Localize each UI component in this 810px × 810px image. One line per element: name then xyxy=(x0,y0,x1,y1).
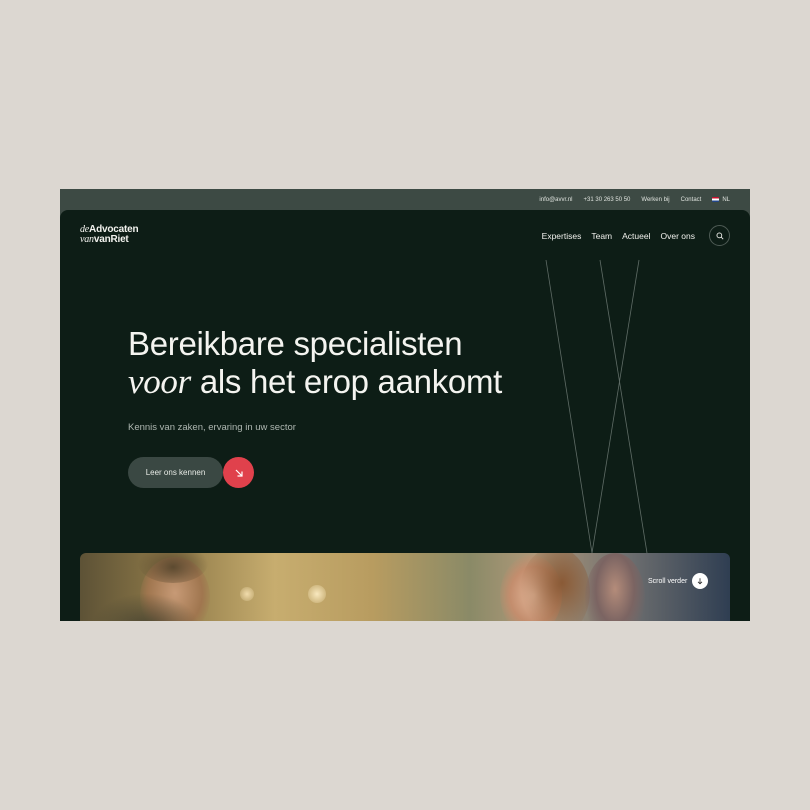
browser-window: info@avvr.nl +31 30 263 50 50 Werken bij… xyxy=(60,189,750,621)
utility-bar: info@avvr.nl +31 30 263 50 50 Werken bij… xyxy=(60,189,750,210)
language-switcher[interactable]: NL xyxy=(712,197,730,203)
learn-more-arrow-button[interactable] xyxy=(223,457,254,488)
email-link[interactable]: info@avvr.nl xyxy=(539,197,572,203)
arrow-down-icon xyxy=(698,578,703,585)
search-icon xyxy=(716,232,724,240)
scroll-down-link[interactable]: Scroll verder xyxy=(648,573,709,589)
nav-item-team[interactable]: Team xyxy=(591,231,612,241)
scroll-label: Scroll verder xyxy=(648,577,688,585)
background-light xyxy=(240,587,254,601)
learn-more-button[interactable]: Leer ons kennen xyxy=(128,457,223,488)
site-logo[interactable]: deAdvocaten vanvanRiet xyxy=(80,225,139,245)
contact-link[interactable]: Contact xyxy=(681,197,702,203)
nav-item-actueel[interactable]: Actueel xyxy=(622,231,650,241)
hero-title-line2: als het erop aankomt xyxy=(190,363,503,400)
hero-subtitle: Kennis van zaken, ervaring in uw sector xyxy=(128,422,296,433)
dutch-flag-icon xyxy=(712,197,720,202)
language-label: NL xyxy=(722,196,730,203)
search-button[interactable] xyxy=(709,225,730,246)
phone-link[interactable]: +31 30 263 50 50 xyxy=(584,197,631,203)
logo-word-2: vanRiet xyxy=(93,233,129,245)
person-right-hair xyxy=(520,553,590,621)
main-nav: Expertises Team Actueel Over ons xyxy=(542,225,730,246)
hero-title: Bereikbare specialisten voor als het ero… xyxy=(128,325,502,401)
main-page: deAdvocaten vanvanRiet Expertises Team A… xyxy=(60,210,750,621)
arrow-down-right-icon xyxy=(235,469,243,477)
hero-title-line1: Bereikbare specialisten xyxy=(128,325,463,362)
scroll-button xyxy=(692,573,709,589)
nav-item-over-ons[interactable]: Over ons xyxy=(661,231,696,241)
hero-title-italic: voor xyxy=(128,362,191,401)
hero-photo xyxy=(80,553,730,621)
jobs-link[interactable]: Werken bij xyxy=(641,197,669,203)
background-light xyxy=(308,585,326,603)
nav-item-expertises[interactable]: Expertises xyxy=(542,231,582,241)
logo-prefix-2: van xyxy=(80,233,94,245)
person-far-right xyxy=(585,553,645,621)
